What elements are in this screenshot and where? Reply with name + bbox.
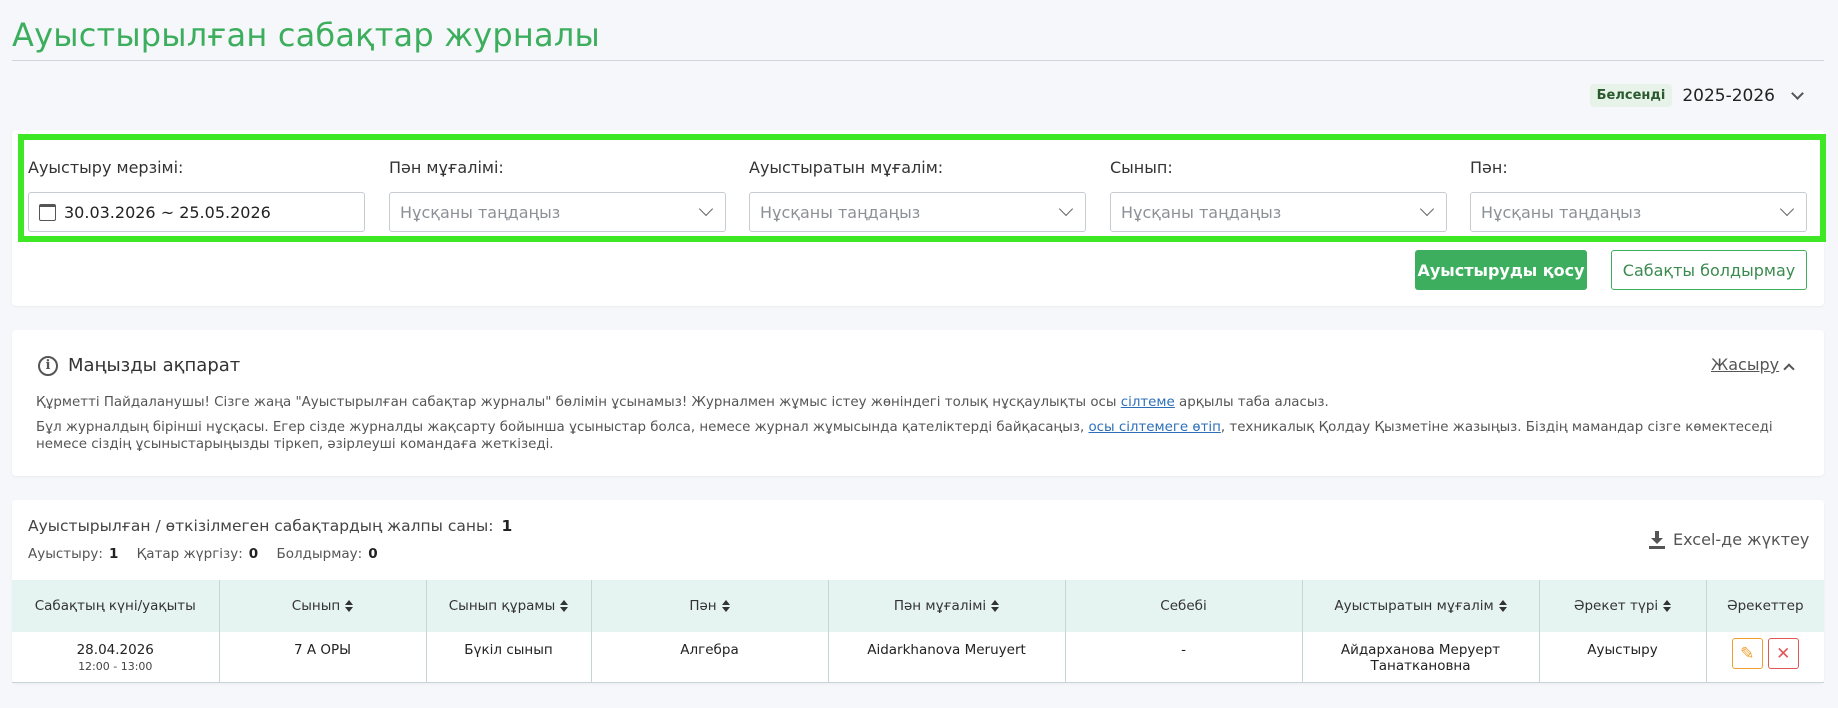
sort-icon[interactable] <box>560 600 569 612</box>
sort-icon[interactable] <box>721 600 730 612</box>
total-value: 1 <box>501 517 513 535</box>
header-composition[interactable]: Сынып құрамы <box>426 580 592 632</box>
header-class[interactable]: Сынып <box>219 580 427 632</box>
cancel-count: Болдырмау: 0 <box>276 546 378 562</box>
year-selector[interactable]: Белсенді 2025-2026 <box>1589 84 1804 107</box>
info-icon: i <box>38 356 58 376</box>
type-counts: Ауыстыру: 1 Қатар жүргізу: 0 Болдырмау: 0 <box>28 546 392 562</box>
cell-reason: - <box>1065 632 1303 683</box>
table-row: 28.04.2026 12:00 - 13:00 7 А ОРЫ Бүкіл сы… <box>12 632 1824 683</box>
pencil-icon: ✎ <box>1740 643 1755 664</box>
header-actions: Әрекеттер <box>1706 580 1824 632</box>
page-title: Ауыстырылған сабақтар журналы <box>12 16 600 54</box>
close-icon: ✕ <box>1776 643 1791 664</box>
table-header-row: Сабақтың күні/уақыты Сынып Сынып құрамы … <box>12 580 1824 632</box>
download-icon <box>1649 530 1665 549</box>
lessons-table: Сабақтың күні/уақыты Сынып Сынып құрамы … <box>12 580 1824 683</box>
info-paragraph-2: Бұл журналдың бірінші нұсқасы. Егер сізд… <box>36 419 1806 453</box>
cell-time: 12:00 - 13:00 <box>78 660 153 673</box>
excel-download-button[interactable]: Excel-де жүктеу <box>1649 530 1809 549</box>
hide-info-link[interactable]: Жасыру <box>1711 355 1779 374</box>
header-replacing-teacher[interactable]: Ауыстыратын мұғалім <box>1302 580 1540 632</box>
header-teacher[interactable]: Пән мұғалімі <box>828 580 1066 632</box>
header-reason: Себебі <box>1065 580 1303 632</box>
sort-icon[interactable] <box>345 600 354 612</box>
instruction-link[interactable]: сілтеме <box>1121 395 1175 410</box>
cell-subject: Алгебра <box>591 632 829 683</box>
info-text: Бұл журналдың бірінші нұсқасы. Егер сізд… <box>36 420 1089 435</box>
parallel-count: Қатар жүргізу: 0 <box>136 546 259 562</box>
chevron-down-icon <box>1791 86 1804 100</box>
title-divider <box>12 60 1824 61</box>
replacement-count: Ауыстыру: 1 <box>28 546 119 562</box>
cell-class: 7 А ОРЫ <box>219 632 427 683</box>
cell-action-type: Ауыстыру <box>1539 632 1707 683</box>
cell-replacing-teacher: Айдарханова Меруерт Танаткановна <box>1302 632 1540 683</box>
year-value: 2025-2026 <box>1682 85 1775 106</box>
total-label: Ауыстырылған / өткізілмеген сабақтардың … <box>28 517 494 535</box>
cell-date: 28.04.2026 12:00 - 13:00 <box>12 632 220 683</box>
active-badge: Белсенді <box>1589 84 1673 107</box>
cell-actions: ✎ ✕ <box>1706 632 1824 683</box>
filter-highlight-box <box>18 134 1826 242</box>
sort-icon[interactable] <box>1498 600 1507 612</box>
info-paragraph-1: Құрметті Пайдаланушы! Сізге жаңа "Ауысты… <box>36 394 1806 411</box>
info-text: арқылы таба аласыз. <box>1174 395 1329 410</box>
info-title: Маңызды ақпарат <box>68 355 241 376</box>
header-date: Сабақтың күні/уақыты <box>12 580 220 632</box>
cell-teacher: Aidarkhanova Meruyert <box>828 632 1066 683</box>
info-text: Құрметті Пайдаланушы! Сізге жаңа "Ауысты… <box>36 395 1121 410</box>
total-count: Ауыстырылған / өткізілмеген сабақтардың … <box>28 517 512 535</box>
add-replacement-button[interactable]: Ауыстыруды қосу <box>1415 250 1587 290</box>
delete-button[interactable]: ✕ <box>1767 638 1799 669</box>
cancel-lesson-button[interactable]: Сабақты болдырмау <box>1611 250 1807 290</box>
header-subject[interactable]: Пән <box>591 580 829 632</box>
header-action-type[interactable]: Әрекет түрі <box>1539 580 1707 632</box>
edit-button[interactable]: ✎ <box>1731 638 1763 669</box>
sort-icon[interactable] <box>991 600 1000 612</box>
cell-composition: Бүкіл сынып <box>426 632 592 683</box>
support-link[interactable]: осы сілтемеге өтіп <box>1088 420 1220 435</box>
excel-download-label: Excel-де жүктеу <box>1673 530 1810 549</box>
sort-icon[interactable] <box>1663 600 1672 612</box>
